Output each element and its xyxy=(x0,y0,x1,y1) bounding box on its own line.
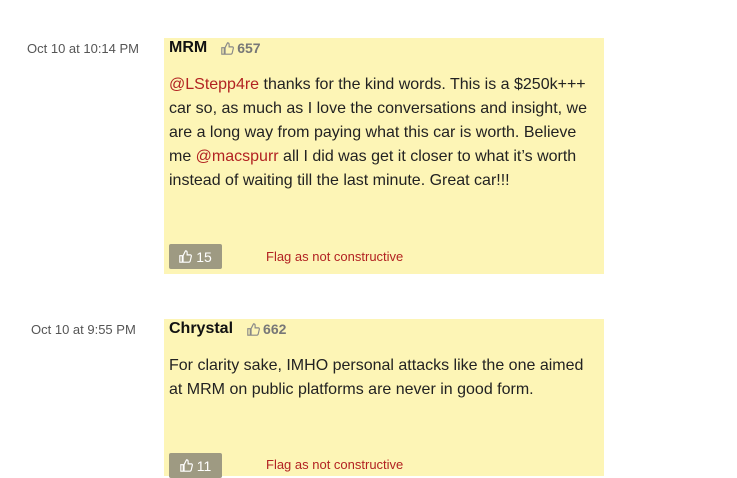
comment-author[interactable]: Chrystal xyxy=(169,320,233,338)
comment-text: For clarity sake, IMHO personal attacks … xyxy=(169,357,584,398)
like-button[interactable]: 11 xyxy=(169,453,222,478)
thumbs-up-icon xyxy=(221,41,235,55)
author-row: Chrystal 662 xyxy=(169,319,286,339)
reputation-count: 662 xyxy=(263,321,287,337)
comment-timestamp: Oct 10 at 9:55 PM xyxy=(31,322,136,337)
reputation-badge: 662 xyxy=(247,321,286,337)
reputation-count: 657 xyxy=(237,40,261,56)
thumbs-up-icon xyxy=(179,250,193,263)
like-button[interactable]: 15 xyxy=(169,244,222,269)
thumbs-up-icon xyxy=(179,459,193,472)
comment-card: Chrystal 662 For clarity sake, IMHO pers… xyxy=(164,319,604,478)
like-count: 11 xyxy=(196,457,212,474)
flag-link[interactable]: Flag as not constructive xyxy=(266,457,403,472)
like-count: 15 xyxy=(196,248,212,265)
mention-link[interactable]: @LStepp4re xyxy=(169,76,259,93)
comment-body: For clarity sake, IMHO personal attacks … xyxy=(169,354,601,402)
mention-link[interactable]: @macspurr xyxy=(196,148,279,165)
comment-author[interactable]: MRM xyxy=(169,39,207,57)
reputation-badge: 657 xyxy=(221,40,261,56)
author-row: MRM 657 xyxy=(169,38,261,58)
comment-timestamp: Oct 10 at 10:14 PM xyxy=(27,41,140,56)
flag-link[interactable]: Flag as not constructive xyxy=(266,249,403,264)
comment-card: MRM 657 @LStepp4re thanks for the kind w… xyxy=(164,38,604,274)
thumbs-up-icon xyxy=(247,322,260,336)
comment-body: @LStepp4re thanks for the kind words. Th… xyxy=(169,73,601,193)
